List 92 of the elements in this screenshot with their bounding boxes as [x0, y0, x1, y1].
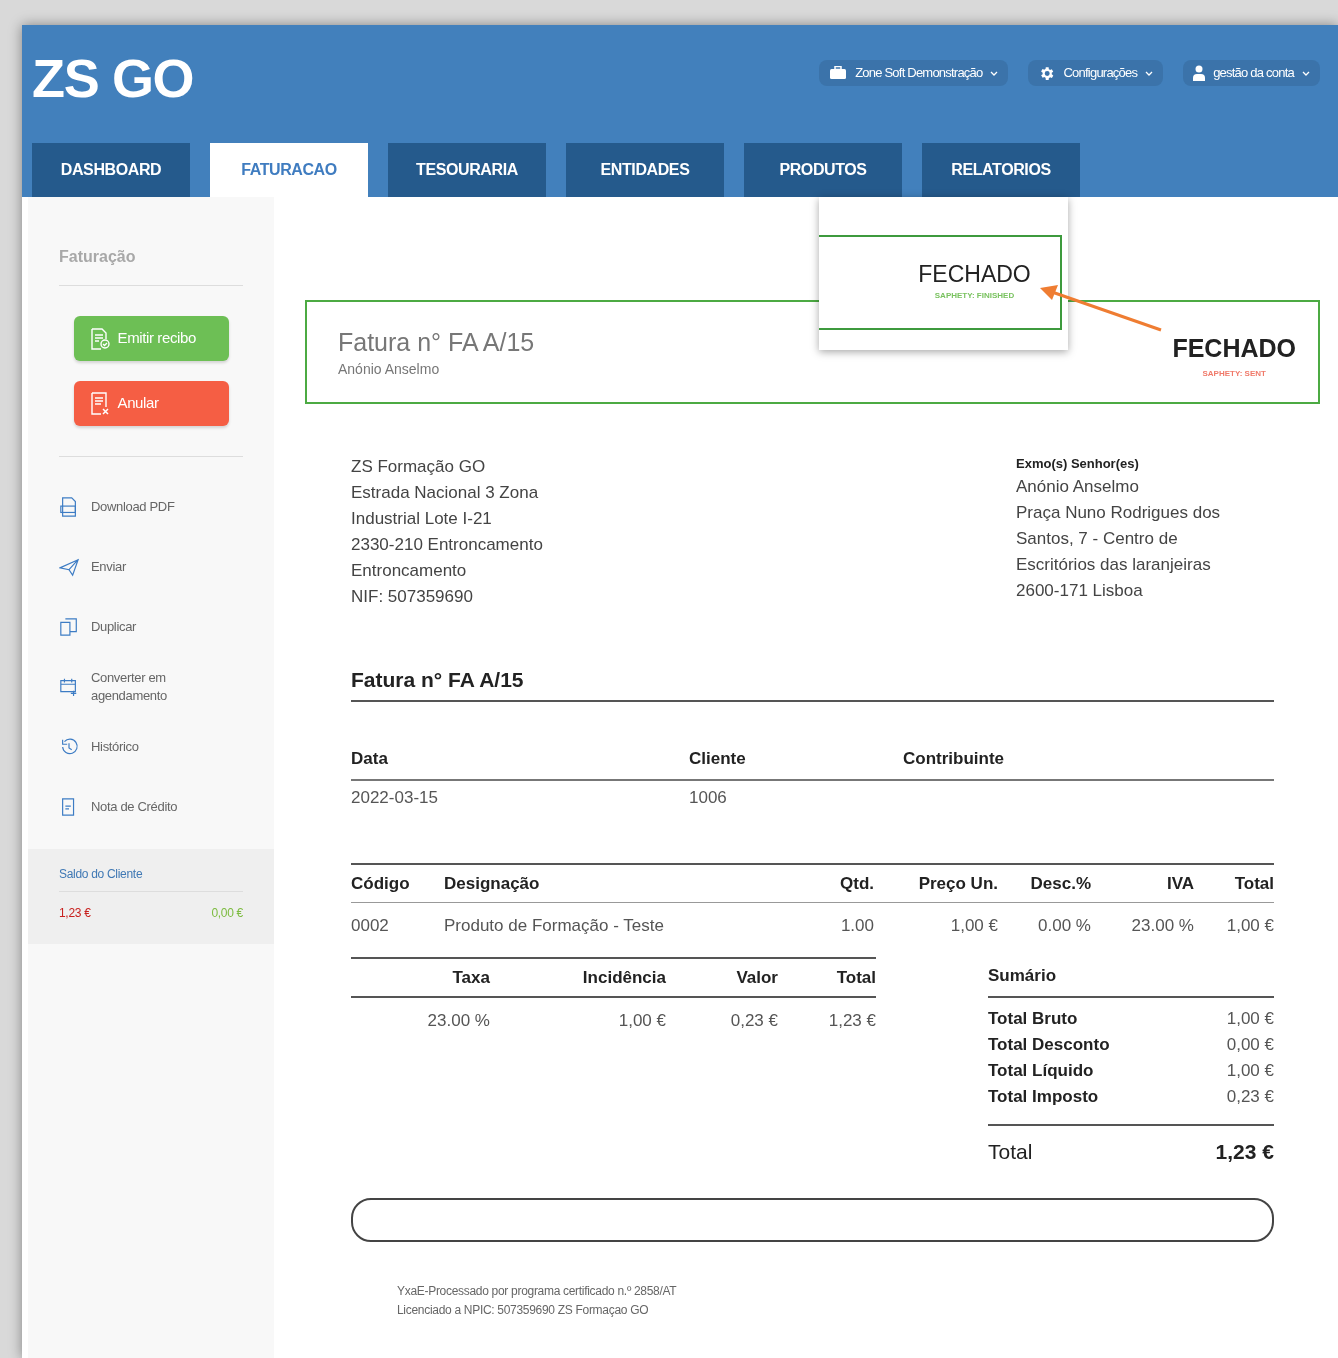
- issuer-line: ZS Formação GO: [351, 456, 487, 478]
- summary-label: Total Líquido: [988, 1060, 1094, 1082]
- column-header: Contribuinte: [903, 747, 1006, 770]
- sidebar-link[interactable]: Converter em agendamento: [59, 657, 243, 717]
- nav-tab[interactable]: ENTIDADES: [566, 143, 724, 197]
- recipient-heading: Exmo(s) Senhor(es): [1016, 455, 1140, 473]
- column-header: Cliente: [689, 747, 747, 770]
- document-cancel-icon: [89, 391, 110, 416]
- issuer-line: Estrada Nacional 3 Zona: [351, 482, 540, 504]
- issuer-line: Entroncamento: [351, 560, 468, 582]
- account-menu[interactable]: gestão da conta: [1183, 60, 1320, 86]
- total-value: 1,23 €: [1215, 1139, 1274, 1165]
- table-cell-text: 1,00 €: [949, 915, 998, 937]
- summary-label: Total Desconto: [988, 1034, 1110, 1056]
- account-menu[interactable]: Configurações: [1028, 60, 1164, 86]
- column-header: Valor: [735, 966, 778, 989]
- chevron-down-icon: [1145, 70, 1154, 76]
- table-cell-text: Produto de Formação - Teste: [444, 915, 665, 937]
- summary-label: Total Imposto: [988, 1086, 1099, 1108]
- column-header: Total: [835, 966, 876, 989]
- summary-value: 0,00 €: [1226, 1034, 1274, 1056]
- chevron-down-icon: [990, 70, 999, 76]
- nav-tab[interactable]: DASHBOARD: [32, 143, 190, 197]
- certification-note: Licenciado a NPIC: 507359690 ZS Formaçao GO: [397, 1301, 650, 1319]
- column-header: Desc.%: [1029, 872, 1091, 895]
- recipient-line: Anónio Anselmo: [1016, 476, 1140, 498]
- pdf-file-icon: [59, 496, 79, 518]
- balance-title: Saldo do Cliente: [59, 865, 243, 892]
- table-cell-text: 23.00 %: [1130, 915, 1194, 937]
- nav-tab[interactable]: PRODUTOS: [744, 143, 902, 197]
- briefcase-icon: [829, 66, 848, 80]
- document-title: Fatura n° FA A/15: [351, 664, 1274, 702]
- table-cell-text: 23.00 %: [426, 1010, 490, 1032]
- recipient-line: Praça Nuno Rodrigues dos: [1016, 502, 1222, 524]
- sidebar-link[interactable]: Duplicar: [59, 597, 243, 657]
- table-cell-text: 1,00 €: [617, 1010, 666, 1032]
- summary-value: 1,00 €: [1226, 1060, 1274, 1082]
- column-header: IVA: [1165, 872, 1194, 895]
- column-header: Designação: [444, 872, 541, 895]
- table-cell-text: 1,23 €: [827, 1010, 876, 1032]
- column-header: Data: [351, 747, 389, 770]
- nav-tab[interactable]: RELATORIOS: [922, 143, 1080, 197]
- table-cell-text: 0.00 %: [1037, 915, 1091, 937]
- sidebar-link[interactable]: Histórico: [59, 717, 243, 777]
- sidebar-link[interactable]: Enviar: [59, 537, 243, 597]
- paper-plane-icon: [59, 556, 79, 578]
- recipient-line: 2600-171 Lisboa: [1016, 580, 1144, 602]
- duplicate-icon: [59, 616, 79, 638]
- status-label: FECHADO: [1172, 333, 1296, 365]
- issuer-line: 2330-210 Entroncamento: [351, 534, 543, 556]
- summary-value: 1,00 €: [1226, 1008, 1274, 1030]
- action-button[interactable]: Anular: [73, 381, 229, 426]
- column-header: Incidência: [581, 966, 666, 989]
- balance-credit: 0,00 €: [211, 905, 243, 922]
- nav-tab[interactable]: FATURACAO: [210, 143, 368, 197]
- user-icon: [1193, 65, 1206, 81]
- settings-icon: [1038, 64, 1056, 82]
- recipient-line: Santos, 7 - Centro de: [1016, 528, 1179, 550]
- recipient-line: Escritórios das laranjeiras: [1016, 554, 1212, 576]
- status-note: SAPHETY: SENT: [1202, 367, 1266, 380]
- column-header: Preço Un.: [917, 872, 998, 895]
- nav-tab[interactable]: TESOURARIA: [388, 143, 546, 197]
- receipt-check-icon: [89, 327, 110, 350]
- status-note: SAPHETY: FINISHED: [934, 290, 1015, 302]
- column-header: Total: [1233, 872, 1274, 895]
- total-label: Total: [988, 1139, 1033, 1165]
- client-name: Anónio Anselmo: [338, 359, 441, 379]
- summary-heading: Sumário: [988, 956, 1274, 998]
- certification-note: YxaE-Processado por programa certificado n.º 2858/AT: [397, 1282, 678, 1300]
- table-cell-text: 1,00 €: [1225, 915, 1274, 937]
- sidebar-link[interactable]: Nota de Crédito: [59, 777, 243, 837]
- logo: ZS GO: [32, 51, 194, 105]
- column-header: Código: [351, 872, 411, 895]
- account-menu[interactable]: Zone Soft Demonstração: [819, 60, 1009, 86]
- column-header: Qtd.: [839, 872, 874, 895]
- issuer-line: Industrial Lote I-21: [351, 508, 493, 530]
- status-label: FECHADO: [918, 263, 1031, 286]
- chevron-down-icon: [1302, 70, 1310, 76]
- column-header: Taxa: [451, 966, 490, 989]
- sidebar-link[interactable]: Download PDF: [59, 477, 243, 537]
- summary-label: Total Bruto: [988, 1008, 1078, 1030]
- invoice-title: Fatura n° FA A/15: [338, 327, 535, 359]
- calendar-add-icon: [59, 676, 79, 698]
- table-cell-text: 1006: [689, 787, 728, 809]
- table-cell-text: 0,23 €: [729, 1010, 778, 1032]
- balance-debit: 1,23 €: [59, 905, 91, 922]
- table-cell-text: 0002: [351, 915, 390, 937]
- table-cell-text: 1.00: [839, 915, 874, 937]
- summary-value: 0,23 €: [1226, 1086, 1274, 1108]
- issuer-line: NIF: 507359690: [351, 586, 474, 608]
- table-cell-text: 2022-03-15: [351, 787, 439, 809]
- sidebar-title: Faturação: [59, 245, 243, 286]
